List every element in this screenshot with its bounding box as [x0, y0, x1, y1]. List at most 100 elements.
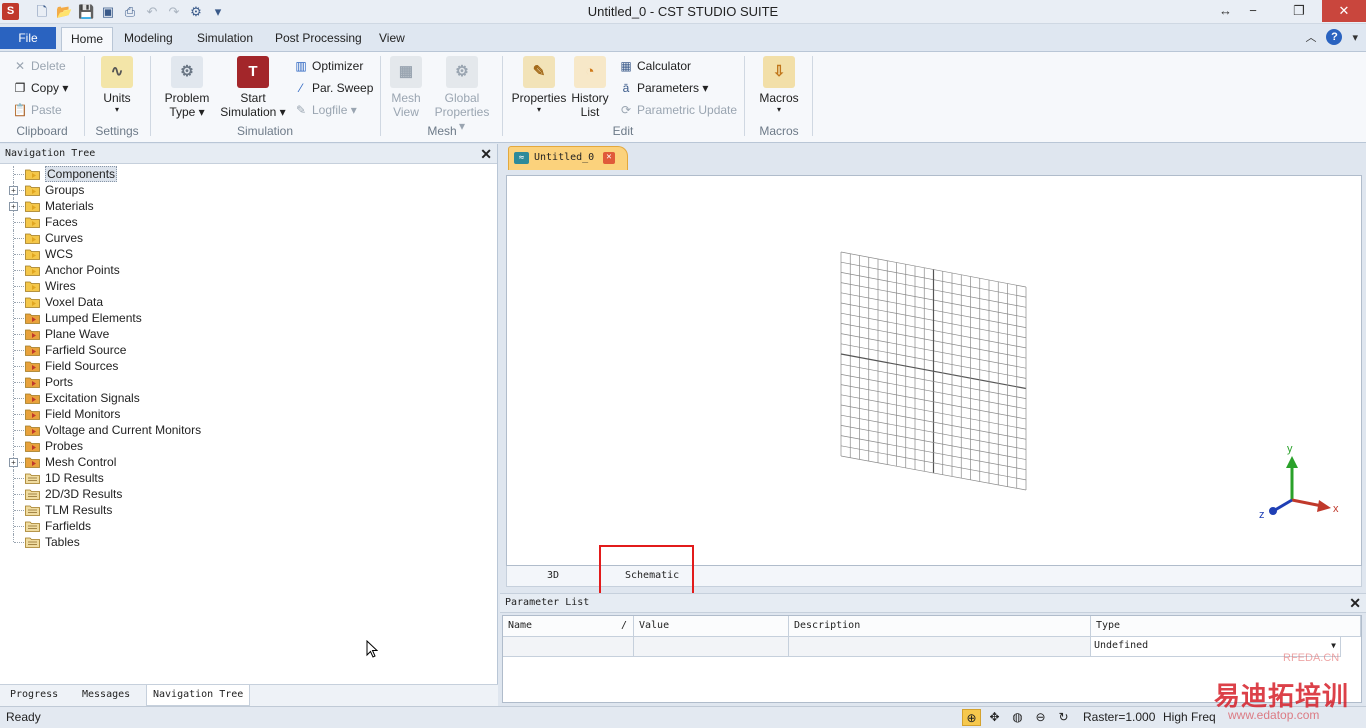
tree-item[interactable]: Farfield Source: [0, 342, 498, 358]
tree-item[interactable]: Voltage and Current Monitors: [0, 422, 498, 438]
tab-view[interactable]: View: [370, 27, 414, 51]
copy-icon: ❐: [14, 81, 26, 95]
tab-messages[interactable]: Messages: [76, 685, 136, 706]
reset-view-icon[interactable]: ↻: [1054, 709, 1073, 726]
history-list-button[interactable]: ◔ History List: [568, 56, 612, 119]
parameters-button[interactable]: ā Parameters ▾: [618, 78, 709, 98]
tree-connector: [14, 286, 24, 287]
macros-button[interactable]: ⇩ Macros ▾: [756, 56, 802, 115]
delete-button[interactable]: ✕ Delete: [12, 56, 66, 76]
column-value[interactable]: Value: [634, 616, 789, 637]
close-parameter-list-icon[interactable]: ✕: [1349, 594, 1361, 612]
copy-button[interactable]: ❐ Copy ▾: [12, 78, 69, 98]
expand-icon[interactable]: +: [9, 186, 18, 195]
tree-item[interactable]: + Mesh Control: [0, 454, 498, 470]
tab-file[interactable]: File: [0, 27, 56, 49]
settings-group-label: Settings: [95, 124, 139, 138]
tab-post-processing[interactable]: Post Processing: [266, 27, 371, 51]
tree-item[interactable]: Field Monitors: [0, 406, 498, 422]
maximize-button[interactable]: ❐: [1276, 0, 1322, 22]
start-simulation-icon: T: [237, 56, 269, 88]
properties-button[interactable]: ✎ Properties ▾: [508, 56, 570, 115]
simulation-group-label: Simulation: [236, 124, 294, 138]
tree-item[interactable]: 1D Results: [0, 470, 498, 486]
help-dropdown-icon[interactable]: ▾: [1352, 31, 1358, 44]
tab-simulation[interactable]: Simulation: [188, 27, 262, 51]
expand-icon[interactable]: +: [9, 202, 18, 211]
history-list-icon: ◔: [574, 56, 606, 88]
z-axis-line: [1274, 498, 1293, 512]
tree-item[interactable]: Excitation Signals: [0, 390, 498, 406]
z-axis-arrow: [1269, 507, 1277, 515]
pan-icon[interactable]: ✥: [985, 709, 1004, 726]
column-name[interactable]: Name /: [503, 616, 634, 637]
new-row-description-cell[interactable]: [789, 637, 1091, 657]
tab-progress[interactable]: Progress: [4, 685, 64, 706]
expand-icon[interactable]: +: [9, 458, 18, 467]
close-navigation-tree-icon[interactable]: ✕: [480, 144, 492, 164]
start-simulation-button[interactable]: T Start Simulation ▾: [220, 56, 286, 119]
collapse-ribbon-icon[interactable]: ︿: [1305, 29, 1316, 45]
rotate-icon[interactable]: ◍: [1008, 709, 1027, 726]
tree-item[interactable]: Field Sources: [0, 358, 498, 374]
close-document-icon[interactable]: ✕: [603, 152, 615, 164]
tab-modeling[interactable]: Modeling: [115, 27, 182, 51]
tree-item[interactable]: Components: [0, 166, 498, 182]
close-button[interactable]: ✕: [1322, 0, 1366, 22]
document-tab[interactable]: ≈ Untitled_0 ✕: [508, 146, 628, 170]
tree-item-label: Excitation Signals: [45, 391, 140, 405]
optimizer-button[interactable]: ▥ Optimizer: [293, 56, 363, 76]
logfile-button[interactable]: ✎ Logfile ▾: [293, 100, 357, 120]
folder-icon: [25, 185, 40, 196]
tree-connector: [14, 174, 24, 175]
tab-3d[interactable]: 3D: [547, 566, 559, 586]
tree-connector: [14, 254, 24, 255]
new-row-name-cell[interactable]: [503, 637, 634, 657]
tree-item[interactable]: Voxel Data: [0, 294, 498, 310]
tree-item[interactable]: TLM Results: [0, 502, 498, 518]
problem-type-button[interactable]: ⚙ Problem Type ▾: [160, 56, 214, 119]
window-controls: − ❐ ✕: [1230, 0, 1366, 22]
tree-item[interactable]: Probes: [0, 438, 498, 454]
paste-button[interactable]: 📋 Paste: [12, 100, 62, 120]
tree-item[interactable]: Curves: [0, 230, 498, 246]
tree-item[interactable]: Farfields: [0, 518, 498, 534]
ribbon-separator: [84, 56, 85, 136]
global-properties-button[interactable]: ⚙ Global Properties ▾: [430, 56, 494, 133]
tab-home[interactable]: Home: [61, 27, 114, 51]
tree-item-label: Curves: [45, 231, 84, 245]
help-icon[interactable]: ?: [1326, 29, 1343, 45]
tree-item[interactable]: Lumped Elements: [0, 310, 498, 326]
tree-item[interactable]: Anchor Points: [0, 262, 498, 278]
mesh-view-button[interactable]: ▦ Mesh View: [386, 56, 426, 119]
tree-item[interactable]: + Materials: [0, 198, 498, 214]
folder-solver-icon: [25, 457, 40, 468]
folder-solver-icon: [25, 313, 40, 324]
tree-item[interactable]: Tables: [0, 534, 498, 550]
par-sweep-button[interactable]: ⁄ Par. Sweep: [293, 78, 373, 98]
mesh-plane-view: y x z: [840, 251, 1339, 521]
tree-connector: [14, 366, 24, 367]
tree-item[interactable]: Faces: [0, 214, 498, 230]
minimize-button[interactable]: −: [1230, 0, 1276, 22]
zoom-icon[interactable]: ⊖: [1031, 709, 1050, 726]
zoom-select-icon[interactable]: ⊕: [962, 709, 981, 726]
parametric-update-button[interactable]: ⟳ Parametric Update: [618, 100, 737, 120]
tab-navigation-tree[interactable]: Navigation Tree: [146, 685, 251, 706]
tree-item[interactable]: Ports: [0, 374, 498, 390]
column-type[interactable]: Type: [1091, 616, 1361, 637]
units-button[interactable]: ∿ Units ▾: [98, 56, 136, 115]
tree-item[interactable]: WCS: [0, 246, 498, 262]
tree-item-label: Anchor Points: [45, 263, 120, 277]
tree-item[interactable]: + Groups: [0, 182, 498, 198]
clipboard-group-label: Clipboard: [16, 124, 68, 138]
new-row-value-cell[interactable]: [634, 637, 789, 657]
tree-item[interactable]: 2D/3D Results: [0, 486, 498, 502]
3d-viewport[interactable]: y x z: [506, 175, 1362, 566]
mesh-group: ▦ Mesh View ⚙ Global Properties ▾ Mesh: [382, 52, 502, 142]
folder-icon: [25, 505, 40, 516]
calculator-button[interactable]: ▦ Calculator: [618, 56, 691, 76]
tree-item[interactable]: Plane Wave: [0, 326, 498, 342]
tree-item[interactable]: Wires: [0, 278, 498, 294]
column-description[interactable]: Description: [789, 616, 1091, 637]
